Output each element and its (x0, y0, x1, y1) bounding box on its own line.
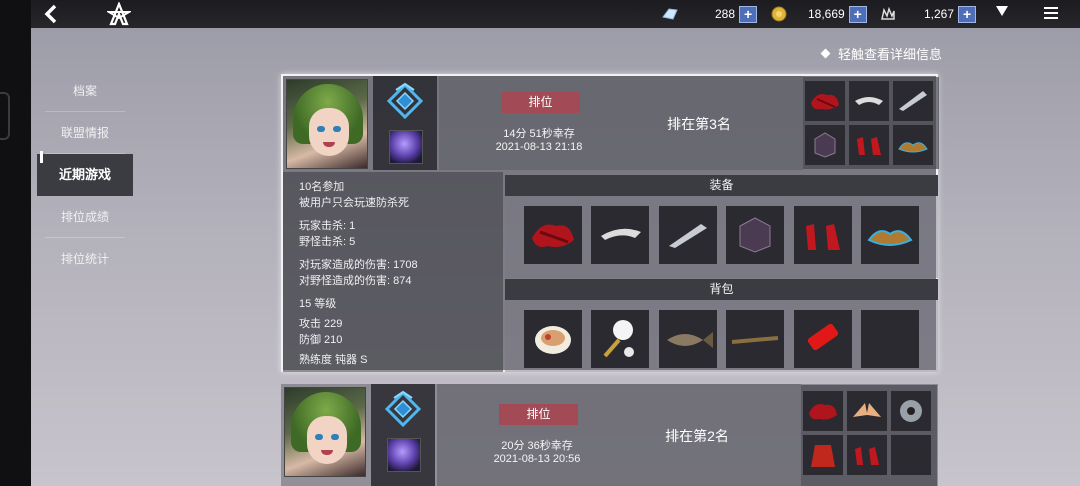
silver-ring-icon[interactable] (591, 206, 649, 264)
sidebar-item-label: 排位成绩 (60, 210, 109, 224)
level-text: 15 等级 (299, 298, 337, 310)
sidebar-item-ranked-results[interactable]: 排位成绩 (37, 196, 133, 238)
red-heels-icon[interactable] (794, 206, 852, 264)
match-card[interactable]: 排位 20分 36秒幸存 2021-08-13 20:56 排在第2名 (281, 384, 938, 486)
damage-monsters-text: 对野怪造成的伤害: 874 (299, 275, 412, 287)
empty-slot[interactable] (861, 310, 919, 368)
red-heels-icon (847, 435, 887, 475)
player-kills-text: 玩家击杀: 1 (299, 220, 356, 232)
coin-icon (771, 6, 787, 22)
detail-hint-text: 轻触查看详细信息 (838, 47, 943, 62)
red-armor-icon (805, 81, 845, 121)
sidebar-item-label: 排位统计 (60, 252, 109, 266)
blade-icon (893, 81, 933, 121)
survival-time: 20分 36秒幸存 (501, 440, 573, 452)
gold-counter: 18,669 + (771, 5, 867, 23)
sidebar-item-label: 联盟情报 (60, 126, 109, 140)
rail-hex-decoration (0, 92, 10, 140)
weapon-type-icon (387, 438, 421, 472)
material-icon (881, 7, 895, 20)
rank-column (373, 76, 437, 170)
sidebar-item-label: 近期游戏 (58, 167, 111, 182)
menu-icon[interactable] (1044, 7, 1058, 19)
crystal-plus-button[interactable]: + (739, 5, 758, 23)
red-heels-icon (849, 125, 889, 165)
detail-hint: 轻触查看详细信息 (820, 44, 943, 63)
match-datetime: 2021-08-13 20:56 (493, 453, 581, 465)
match-summary: 排位 20分 36秒幸存 2021-08-13 20:56 排在第2名 (437, 384, 801, 486)
diamond-bullet-icon (820, 48, 831, 59)
mode-badge: 排位 (501, 92, 580, 113)
participants-text: 10名参加 (299, 181, 345, 193)
home-button[interactable] (105, 1, 133, 26)
mode-badge: 排位 (499, 404, 578, 425)
placement: 排在第3名 (667, 116, 731, 132)
rank-tier-icon (386, 82, 424, 120)
crystal-value: 288 (715, 7, 736, 21)
sidebar-item-label: 档案 (72, 84, 97, 98)
bag-header: 背包 (505, 279, 938, 300)
crystal-icon (662, 8, 678, 20)
bronze-boots-icon[interactable] (861, 206, 919, 264)
empty-slot (891, 435, 931, 475)
match-summary: 排位 14分 51秒幸存 2021-08-13 21:18 排在第3名 (439, 76, 803, 170)
back-button[interactable] (41, 3, 63, 25)
gold-plus-button[interactable]: + (848, 5, 867, 23)
red-armor-icon (803, 391, 843, 431)
disc-icon (891, 391, 931, 431)
bronze-boots-icon (893, 125, 933, 165)
blade-icon[interactable] (659, 206, 717, 264)
sidebar-item-recent-games[interactable]: 近期游戏 (37, 151, 133, 196)
crystal-counter: 288 + (661, 5, 758, 23)
material-plus-button[interactable]: + (958, 5, 977, 23)
dropdown-arrow-icon[interactable] (996, 6, 1008, 16)
monster-kills-text: 野怪击杀: 5 (299, 236, 356, 248)
equipment-row (505, 196, 938, 278)
rank-tier-icon (384, 390, 422, 428)
attack-text: 攻击 229 (299, 318, 343, 330)
fish-icon[interactable] (659, 310, 717, 368)
sidebar-item-profile[interactable]: 档案 (37, 70, 133, 112)
side-nav: 档案 联盟情报 近期游戏 排位成绩 排位统计 (37, 70, 133, 280)
mastery-text: 熟练度 钝器 S (299, 354, 368, 366)
bag-row (505, 300, 938, 372)
material-counter: 1,267 + (880, 5, 977, 23)
dark-armor-icon (805, 125, 845, 165)
rank-column (371, 384, 435, 486)
silver-ring-icon (849, 81, 889, 121)
match-stats: 10名参加 被用户只会玩速防杀死 玩家击杀: 1 野怪击杀: 5 对玩家造成的伤… (299, 179, 514, 368)
bowl-food-icon[interactable] (524, 310, 582, 368)
survival-time: 14分 51秒幸存 (503, 128, 575, 140)
gear-preview-grid (801, 385, 937, 486)
damage-players-text: 对玩家造成的伤害: 1708 (299, 259, 418, 271)
wings-icon (847, 391, 887, 431)
match-card-expanded[interactable]: 排位 14分 51秒幸存 2021-08-13 21:18 排在第3名 10名参… (281, 74, 939, 372)
match-datetime: 2021-08-13 21:18 (495, 141, 583, 153)
weapon-type-icon (389, 130, 423, 164)
gear-preview-grid (803, 77, 939, 169)
sidebar-item-alliance-intel[interactable]: 联盟情报 (37, 112, 133, 154)
defense-text: 防御 210 (299, 334, 343, 346)
chef-hat-icon[interactable] (591, 310, 649, 368)
rod-icon[interactable] (726, 310, 784, 368)
placement: 排在第2名 (665, 428, 729, 444)
top-bar: 288 + 18,669 + 1,267 + (31, 0, 1080, 28)
gold-value: 18,669 (808, 7, 845, 21)
character-portrait (286, 79, 368, 169)
red-armor-icon[interactable] (524, 206, 582, 264)
back-arrow-icon (44, 4, 57, 24)
lighter-icon[interactable] (794, 310, 852, 368)
home-star-icon (105, 1, 133, 26)
red-coat-icon (803, 435, 843, 475)
character-portrait (284, 387, 366, 477)
equipment-header: 装备 (505, 175, 938, 196)
left-rail (0, 0, 31, 486)
death-text: 被用户只会玩速防杀死 (299, 197, 409, 209)
material-value: 1,267 (924, 7, 955, 21)
sidebar-item-ranked-stats[interactable]: 排位统计 (37, 238, 133, 280)
dark-armor-icon[interactable] (726, 206, 784, 264)
